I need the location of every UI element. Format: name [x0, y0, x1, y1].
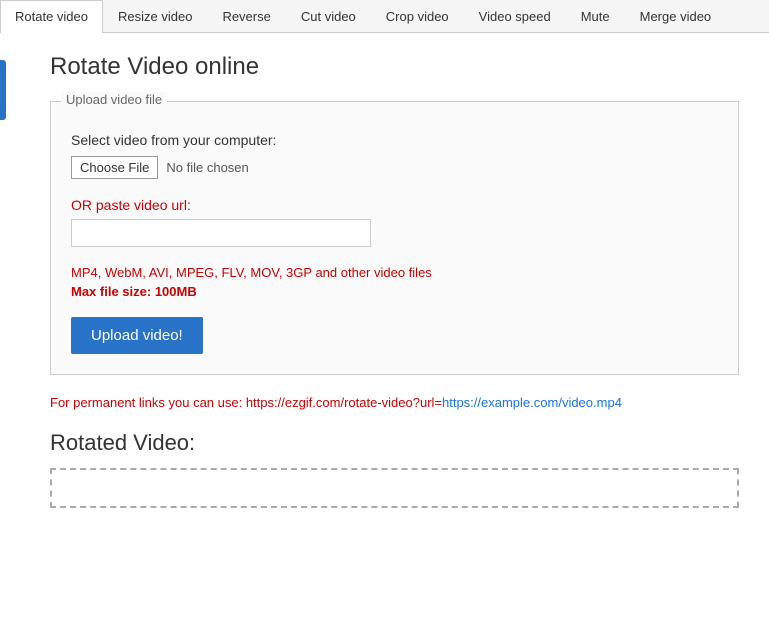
maxsize-value: 100MB [155, 284, 197, 299]
or-paste-label: OR paste video url: [71, 197, 718, 213]
file-input-row: Choose File No file chosen [71, 156, 718, 179]
upload-box-legend: Upload video file [61, 92, 167, 107]
permanent-link-example: https://example.com/video.mp4 [442, 395, 622, 410]
tab-merge-video[interactable]: Merge video [625, 0, 727, 32]
url-input[interactable] [71, 219, 371, 247]
rotated-video-placeholder [50, 468, 739, 508]
permanent-link-prefix: For permanent links you can use: https:/… [50, 395, 442, 410]
main-content: Rotate Video online Upload video file Se… [0, 33, 769, 528]
upload-button[interactable]: Upload video! [71, 317, 203, 354]
tab-cut-video[interactable]: Cut video [286, 0, 371, 32]
maxsize-prefix: Max file size: [71, 284, 155, 299]
choose-file-button[interactable]: Choose File [71, 156, 158, 179]
tab-reverse[interactable]: Reverse [207, 0, 285, 32]
select-label: Select video from your computer: [71, 132, 718, 148]
no-file-text: No file chosen [166, 160, 248, 175]
tab-resize-video[interactable]: Resize video [103, 0, 207, 32]
permanent-link-info: For permanent links you can use: https:/… [50, 395, 739, 410]
upload-box: Upload video file Select video from your… [50, 101, 739, 375]
formats-text: MP4, WebM, AVI, MPEG, FLV, MOV, 3GP and … [71, 265, 718, 280]
tab-rotate-video[interactable]: Rotate video [0, 0, 103, 33]
page-title: Rotate Video online [50, 53, 739, 81]
rotated-video-title: Rotated Video: [50, 430, 739, 456]
tab-crop-video[interactable]: Crop video [371, 0, 464, 32]
tab-mute[interactable]: Mute [566, 0, 625, 32]
maxsize-text: Max file size: 100MB [71, 284, 718, 299]
upload-section: Select video from your computer: Choose … [71, 132, 718, 354]
tab-bar: Rotate video Resize video Reverse Cut vi… [0, 0, 769, 33]
sidebar-accent-bar [0, 60, 6, 120]
tab-video-speed[interactable]: Video speed [464, 0, 566, 32]
